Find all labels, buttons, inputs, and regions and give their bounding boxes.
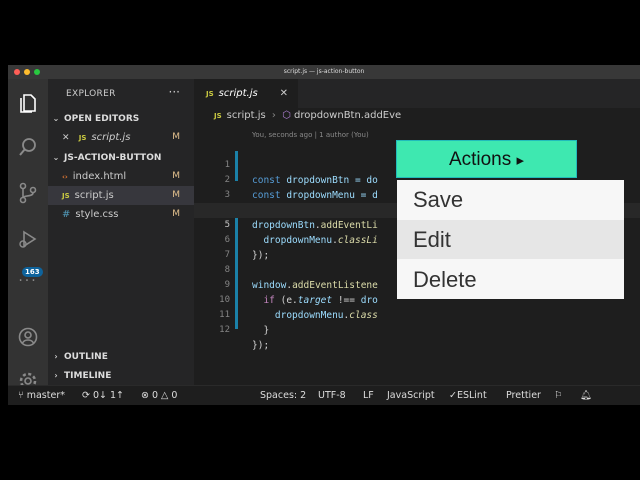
run-debug-icon[interactable]	[16, 227, 40, 251]
close-tab-icon[interactable]: ✕	[280, 79, 288, 108]
js-file-icon: JS	[214, 112, 222, 120]
git-branch-icon: ⑂	[18, 390, 27, 401]
code-line[interactable]: 7	[194, 233, 230, 260]
menu-item-edit[interactable]: Edit	[397, 220, 624, 259]
language-mode[interactable]: JavaScript	[387, 386, 435, 405]
gutter-change-marker	[235, 151, 238, 181]
js-file-icon: JS	[206, 90, 214, 98]
caret-right-icon: ▸	[516, 152, 525, 169]
eslint-indicator[interactable]: ✓ESLint	[449, 386, 487, 405]
window-title: script.js — js-action-button	[283, 68, 365, 75]
branch-indicator[interactable]: ⑂ master*	[18, 386, 65, 405]
eol-indicator[interactable]: LF	[363, 386, 374, 405]
code-line[interactable]: 2 const dropdownMenu = d	[194, 158, 378, 201]
timeline-section[interactable]: › TIMELINE	[48, 366, 194, 385]
git-blame-annotation: You, seconds ago | 1 author (You)	[252, 131, 369, 139]
minimize-window-button[interactable]	[24, 69, 30, 75]
code-line[interactable]: 1 const dropdownBtn = do	[194, 143, 378, 186]
search-icon[interactable]	[16, 135, 40, 159]
breadcrumb-symbol[interactable]: dropdownBtn.addEve	[294, 110, 401, 121]
account-icon[interactable]	[16, 325, 40, 349]
open-editors-section[interactable]: ⌄ OPEN EDITORS	[48, 109, 194, 128]
tab-script-js[interactable]: JS script.js ✕	[194, 79, 298, 108]
menu-item-delete[interactable]: Delete	[397, 260, 624, 299]
gutter-change-marker	[235, 269, 238, 329]
open-editor-item[interactable]: ✕ JS script.js M	[48, 128, 194, 147]
more-views-icon[interactable]: ···	[16, 269, 40, 293]
encoding-indicator[interactable]: UTF-8	[318, 386, 346, 405]
modified-badge: M	[172, 132, 180, 142]
sync-indicator[interactable]: ⟳ 0↓ 1↑	[82, 386, 124, 405]
outline-section[interactable]: › OUTLINE	[48, 347, 194, 366]
title-bar: script.js — js-action-button	[8, 65, 640, 79]
warning-icon: △	[158, 390, 172, 401]
code-line[interactable]: 9 if (e.target !== dro	[194, 263, 378, 306]
css-file-icon: #	[62, 209, 71, 220]
feedback-icon[interactable]: ⚐	[554, 386, 563, 405]
status-bar: ⑂ master* ⟳ 0↓ 1↑ ⊗ 0 △ 0 Spaces: 2 UTF-…	[8, 385, 640, 405]
maximize-window-button[interactable]	[34, 69, 40, 75]
prettier-indicator[interactable]: Prettier	[506, 386, 541, 405]
notifications-bell-icon[interactable]: 🔔︎	[580, 386, 592, 405]
close-window-button[interactable]	[14, 69, 20, 75]
sync-icon: ⟳	[82, 390, 93, 401]
check-icon: ✓	[449, 390, 457, 401]
code-line[interactable]: 11 }	[194, 293, 269, 336]
source-control-icon[interactable]	[16, 181, 40, 205]
file-item-index-html[interactable]: ‹› index.html M	[48, 167, 194, 186]
close-editor-icon[interactable]: ✕	[62, 133, 70, 143]
indentation-indicator[interactable]: Spaces: 2	[260, 386, 306, 405]
activity-bar: 163 ···	[8, 79, 48, 405]
gutter-change-marker	[235, 210, 238, 270]
js-file-icon: JS	[62, 192, 70, 200]
modified-badge: M	[172, 171, 180, 181]
chevron-right-icon: ›	[271, 110, 276, 121]
html-file-icon: ‹›	[62, 173, 68, 181]
js-file-icon: JS	[78, 134, 87, 142]
code-line[interactable]: 12 });	[194, 308, 269, 351]
tab-bar: JS script.js ✕	[194, 79, 640, 108]
project-folder[interactable]: ⌄ JS-ACTION-BUTTON	[48, 148, 194, 167]
code-line[interactable]: 8 window.addEventListene	[194, 248, 378, 291]
actions-dropdown-menu: Save Edit Delete	[397, 180, 624, 299]
modified-badge: M	[172, 209, 180, 219]
problems-indicator[interactable]: ⊗ 0 △ 0	[141, 386, 177, 405]
modified-badge: M	[172, 190, 180, 200]
chevron-down-icon: ⌄	[52, 153, 60, 162]
breadcrumb-file[interactable]: script.js	[227, 110, 266, 121]
file-item-style-css[interactable]: # style.css M	[48, 205, 194, 224]
code-line[interactable]: 6 });	[194, 218, 270, 261]
breadcrumb: JS script.js › ⬡ dropdownBtn.addEve	[214, 110, 401, 121]
code-line[interactable]: 4 dropdownBtn.addEventLi	[194, 188, 378, 231]
chevron-down-icon: ⌄	[52, 114, 60, 123]
code-line[interactable]: 3	[194, 173, 230, 200]
chevron-right-icon: ›	[54, 352, 58, 361]
menu-item-save[interactable]: Save	[397, 180, 624, 219]
open-editor-name: script.js	[91, 132, 131, 143]
error-icon: ⊗	[141, 390, 152, 401]
chevron-right-icon: ›	[54, 371, 58, 380]
sidebar-title: EXPLORER	[66, 89, 116, 99]
file-item-script-js[interactable]: JS script.js M	[48, 186, 194, 205]
more-actions-icon[interactable]: ···	[169, 85, 180, 99]
actions-button[interactable]: Actions ▸	[396, 140, 577, 178]
code-line[interactable]: 10 dropdownMenu.class	[194, 278, 378, 321]
explorer-icon[interactable]	[16, 91, 40, 115]
window-controls	[14, 69, 40, 75]
explorer-sidebar: EXPLORER ··· ⌄ OPEN EDITORS ✕ JS script.js…	[48, 79, 194, 385]
cube-icon: ⬡	[282, 110, 291, 121]
